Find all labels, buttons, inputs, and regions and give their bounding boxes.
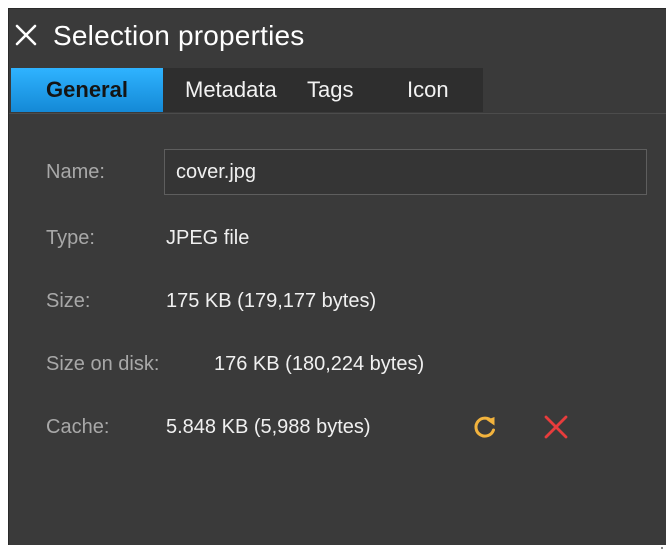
tab-tags[interactable]: Tags xyxy=(293,68,383,112)
tab-metadata[interactable]: Metadata xyxy=(163,68,293,112)
tab-bar: General Metadata Tags Icon xyxy=(11,68,483,112)
name-row: Name: xyxy=(9,149,666,195)
name-label: Name: xyxy=(46,161,105,183)
type-value: JPEG file xyxy=(166,227,250,249)
size-on-disk-label: Size on disk: xyxy=(46,353,160,375)
tab-icon[interactable]: Icon xyxy=(383,68,483,112)
selection-properties-dialog: Selection properties General Metadata Ta… xyxy=(8,8,666,549)
type-row: Type: JPEG file xyxy=(9,218,666,258)
cache-label: Cache: xyxy=(46,416,110,438)
size-row: Size: 175 KB (179,177 bytes) xyxy=(9,281,666,321)
size-value: 175 KB (179,177 bytes) xyxy=(166,290,377,312)
refresh-cache-button[interactable] xyxy=(471,413,499,441)
cache-row: Cache: 5.848 KB (5,988 bytes) xyxy=(9,407,666,447)
close-icon xyxy=(15,24,37,46)
type-label: Type: xyxy=(46,227,95,249)
tab-general[interactable]: General xyxy=(11,68,163,112)
title-bar: Selection properties xyxy=(9,9,666,69)
tab-divider xyxy=(9,113,666,114)
size-on-disk-row: Size on disk: 176 KB (180,224 bytes) xyxy=(9,344,666,384)
refresh-icon xyxy=(474,416,495,438)
close-button[interactable] xyxy=(13,21,41,49)
clear-cache-icon xyxy=(544,415,568,439)
dialog-title: Selection properties xyxy=(53,20,305,51)
size-label: Size: xyxy=(46,290,91,312)
cache-value: 5.848 KB (5,988 bytes) xyxy=(166,416,371,438)
name-input[interactable] xyxy=(164,149,647,195)
size-on-disk-value: 176 KB (180,224 bytes) xyxy=(214,353,425,375)
resize-grip[interactable] xyxy=(658,537,664,549)
clear-cache-button[interactable] xyxy=(542,413,570,441)
